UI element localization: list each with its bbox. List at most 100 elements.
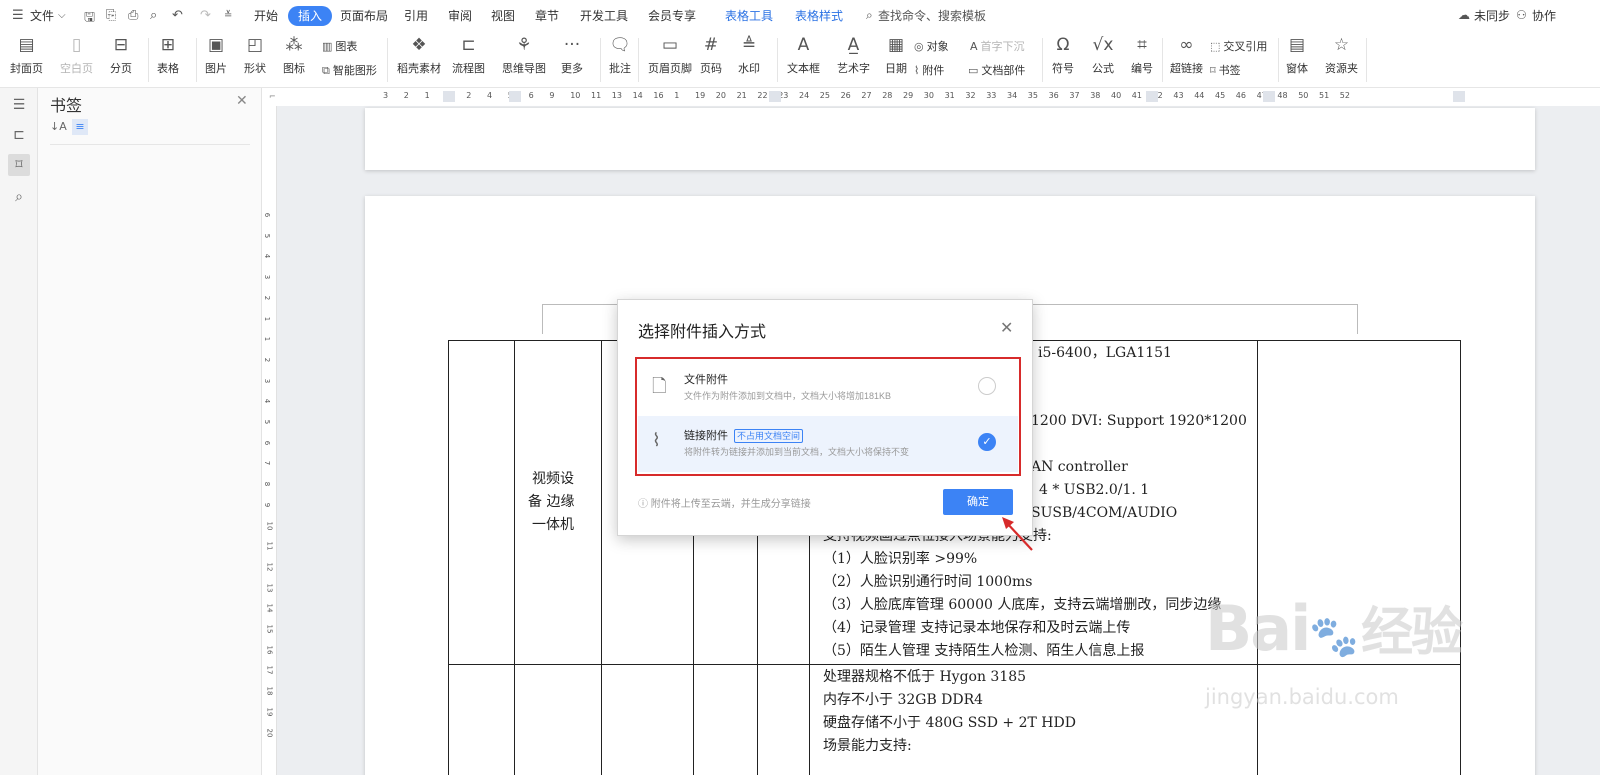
table-button[interactable]: ⊞ 表格 [157, 34, 179, 76]
user-icon: ⚇ [1516, 8, 1527, 22]
date-button[interactable]: ▦ 日期 [885, 34, 907, 76]
bookmark-panel: 书签 ✕ ↓A ≡ [38, 88, 262, 775]
preview-icon[interactable]: ⌕ [150, 8, 157, 23]
spec-line: i5-6400，LGA1151 [1038, 345, 1172, 361]
tab-home[interactable]: 开始 [254, 8, 278, 24]
paw-icon: 🐾 [1309, 614, 1359, 660]
more-button[interactable]: ··· 更多 [561, 34, 583, 76]
tab-page-layout[interactable]: 页面布局 [340, 8, 388, 24]
ruler-tick: 32 [965, 91, 976, 100]
export-icon[interactable]: ⎘ [106, 8, 116, 23]
form-button[interactable]: ▤ 窗体 [1286, 34, 1308, 76]
left-navigation-strip: ☰ ⊏ ⌑ ⌕ [0, 88, 38, 775]
hyperlink-button[interactable]: ∞ 超链接 [1170, 34, 1203, 76]
chart-button[interactable]: ▥ 图表 [322, 38, 357, 54]
tab-table-style[interactable]: 表格样式 [795, 8, 843, 24]
ruler-margin-marker[interactable] [443, 91, 455, 102]
tab-insert[interactable]: 插入 [288, 6, 333, 26]
close-icon[interactable]: ✕ [1000, 318, 1013, 338]
tab-stop-icon[interactable]: ⌐ [269, 92, 276, 101]
resource-folder-button[interactable]: ☆ 资源夹 [1325, 34, 1358, 76]
icon-button[interactable]: ⁂ 图标 [283, 34, 305, 76]
redo-icon[interactable]: ↷ [200, 8, 211, 23]
flowchart-button[interactable]: ⊏ 流程图 [452, 34, 485, 76]
tab-review[interactable]: 审阅 [448, 8, 472, 24]
flowchart-icon: ⊏ [461, 35, 476, 55]
search-nav-icon[interactable]: ⌕ [8, 186, 30, 208]
red-arrow-annotation [1002, 517, 1033, 551]
header-footer-icon: ▭ [661, 35, 679, 55]
vertical-ruler[interactable]: 6 5 4 3 2 1 1 2 3 4 5 6 7 8 9 10 11 12 13 14 15 16 17 18 19 20 [263, 106, 277, 775]
object-icon: ◎ [914, 40, 924, 53]
symbol-button[interactable]: Ω 符号 [1052, 34, 1074, 76]
picture-button[interactable]: ▣ 图片 [205, 34, 227, 76]
horizontal-ruler[interactable]: ⌐ 32112456910111314161192021222324252627… [263, 88, 1600, 106]
ruler-margin-marker[interactable] [1146, 91, 1158, 102]
mindmap-button[interactable]: ⚘ 思维导图 [502, 34, 546, 76]
blank-page-button[interactable]: ▯ 空白页 [60, 34, 93, 76]
drop-cap-button[interactable]: A 首字下沉 [970, 38, 1025, 54]
shape-button[interactable]: ◰ 形状 [244, 34, 266, 76]
wordart-button[interactable]: A̲ 艺术字 [837, 34, 870, 76]
ruler-margin-marker[interactable] [509, 91, 521, 102]
upload-note: ⓘ 附件将上传至云端，并生成分享链接 [638, 499, 811, 510]
bookmark-button[interactable]: ⌑ 书签 [1210, 62, 1241, 78]
file-menu[interactable]: 文件 [30, 8, 54, 24]
customize-icon[interactable]: ≚ [224, 10, 232, 21]
command-search[interactable]: 查找命令、搜索模板 [878, 8, 986, 24]
textbox-icon: A [797, 35, 810, 55]
page-break-button[interactable]: ⊟ 分页 [110, 34, 132, 76]
undo-icon[interactable]: ↶ [172, 8, 183, 23]
print-icon[interactable]: ⎙ [128, 8, 138, 23]
ruler-tick: 10 [570, 91, 581, 100]
ruler-margin-marker[interactable] [769, 91, 781, 102]
page-number-button[interactable]: # 页码 [700, 34, 722, 76]
ruler-tick: 34 [1007, 91, 1018, 100]
tab-member[interactable]: 会员专享 [648, 8, 696, 24]
hamburger-icon[interactable]: ☰ [12, 8, 24, 23]
sort-by-position-icon[interactable]: ≡ [72, 119, 88, 135]
doc-part-icon: ▭ [968, 64, 979, 77]
numbering-button[interactable]: ⌗ 编号 [1131, 34, 1153, 76]
chevron-down-icon[interactable]: ⌵ [58, 10, 66, 21]
spec-line: （1）人脸识别率 >99% [823, 551, 978, 567]
close-icon[interactable]: ✕ [236, 93, 248, 109]
tab-chapter[interactable]: 章节 [535, 8, 559, 24]
chart-icon: ▥ [322, 40, 333, 53]
watermark-button[interactable]: ≜ 水印 [738, 34, 760, 76]
ruler-tick: 7 [263, 461, 272, 466]
header-footer-button[interactable]: ▭ 页眉页脚 [648, 34, 692, 76]
doc-part-button[interactable]: ▭ 文档部件 [968, 62, 1025, 78]
docer-material-button[interactable]: ❖ 稻壳素材 [397, 34, 441, 76]
watermark-brand: Bai [1205, 592, 1311, 665]
tab-table-tools[interactable]: 表格工具 [725, 8, 773, 24]
ruler-tick: 29 [903, 91, 914, 100]
shape-icon: ◰ [246, 35, 264, 55]
ruler-tick: 19 [695, 91, 706, 100]
smart-shape-button[interactable]: ⧉ 智能图形 [322, 62, 377, 78]
textbox-button[interactable]: A 文本框 [787, 34, 820, 76]
tab-references[interactable]: 引用 [404, 8, 428, 24]
outline-icon[interactable]: ☰ [8, 94, 30, 116]
cross-ref-button[interactable]: ⬚ 交叉引用 [1210, 38, 1267, 54]
comment-button[interactable]: 🗨 批注 [609, 34, 631, 76]
attachment-button[interactable]: ⌇ 附件 [914, 62, 944, 78]
material-icon: ❖ [411, 35, 427, 55]
collab-button[interactable]: 协作 [1532, 8, 1556, 24]
baidu-jingyan-watermark: Bai🐾经验 jingyan.baidu.com [1205, 590, 1463, 709]
tab-view[interactable]: 视图 [491, 8, 515, 24]
object-button[interactable]: ◎ 对象 [914, 38, 949, 54]
more-icon: ··· [563, 35, 581, 55]
cover-page-button[interactable]: ▤ 封面页 [10, 34, 43, 76]
ruler-tick: 40 [1111, 91, 1122, 100]
sort-by-name-icon[interactable]: ↓A [50, 120, 67, 133]
ruler-margin-marker[interactable] [1453, 91, 1465, 102]
chapter-icon[interactable]: ⊏ [8, 124, 30, 146]
previous-page [365, 108, 1535, 170]
tab-developer[interactable]: 开发工具 [580, 8, 628, 24]
ruler-margin-marker[interactable] [1263, 91, 1275, 102]
save-icon[interactable]: 🖫 [84, 8, 95, 30]
sync-status[interactable]: 未同步 [1474, 8, 1510, 24]
formula-button[interactable]: √x 公式 [1092, 34, 1114, 76]
bookmark-nav-icon[interactable]: ⌑ [8, 154, 30, 176]
